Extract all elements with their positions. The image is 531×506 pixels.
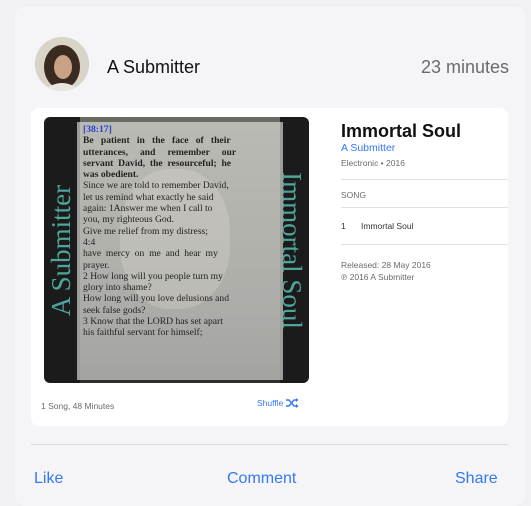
cover-spine-right: Immortal Soul — [273, 117, 309, 383]
comment-button[interactable]: Comment — [227, 470, 296, 488]
section-label-song: SONG — [341, 190, 367, 200]
copyright-line: ℗ 2016 A Submitter — [341, 272, 415, 282]
verse-body: Since we are told to remember David, let… — [83, 180, 230, 339]
poster-name[interactable]: A Submitter — [107, 57, 200, 78]
post-time: 23 minutes — [420, 57, 509, 77]
spine-title-text: Immortal Soul — [276, 171, 307, 329]
verse-bold: Be patient in the face of their utteranc… — [83, 135, 237, 181]
album-genre-year: Electronic • 2016 — [341, 158, 405, 168]
like-button[interactable]: Like — [34, 470, 63, 488]
spine-artist-text: A Submitter — [46, 184, 77, 316]
divider — [341, 244, 508, 245]
divider — [341, 207, 508, 208]
cover-verse-text: [38:17] Be patient in the face of their … — [83, 124, 281, 382]
album-cover[interactable]: [38:17] Be patient in the face of their … — [44, 117, 309, 383]
album-title[interactable]: Immortal Soul — [341, 121, 461, 142]
album-artist-link[interactable]: A Submitter — [341, 142, 395, 154]
shuffle-label: Shuffle — [257, 398, 284, 408]
release-date: Released: 28 May 2016 — [341, 260, 431, 270]
song-count: 1 Song, 48 Minutes — [41, 401, 115, 411]
track-name[interactable]: Immortal Soul — [361, 221, 413, 231]
avatar-photo — [35, 37, 89, 91]
verse-reference: [38:17] — [83, 124, 112, 135]
cover-spine-left: A Submitter — [44, 117, 80, 383]
shuffle-icon — [286, 398, 299, 408]
shuffle-button[interactable]: Shuffle — [257, 398, 299, 408]
avatar[interactable] — [35, 37, 89, 91]
share-button[interactable]: Share — [455, 470, 498, 488]
divider — [341, 179, 508, 180]
track-number: 1 — [341, 221, 346, 231]
actions-divider — [31, 444, 508, 445]
